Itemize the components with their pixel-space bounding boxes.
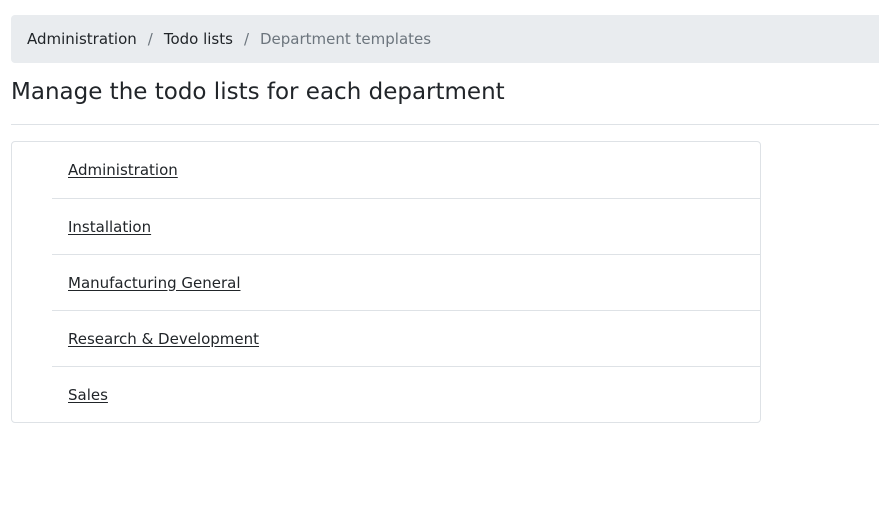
- breadcrumb-link-todo-lists[interactable]: Todo lists: [164, 30, 233, 48]
- title-divider: [11, 124, 879, 125]
- breadcrumb: Administration / Todo lists / Department…: [11, 15, 879, 63]
- department-link-research-development[interactable]: Research & Development: [68, 330, 259, 348]
- department-link-manufacturing-general[interactable]: Manufacturing General: [68, 274, 241, 292]
- breadcrumb-separator: /: [243, 30, 249, 48]
- breadcrumb-current: Department templates: [260, 30, 432, 48]
- list-item: Manufacturing General: [52, 254, 760, 310]
- department-link-sales[interactable]: Sales: [68, 386, 108, 404]
- list-item: Installation: [52, 198, 760, 254]
- list-item: Sales: [52, 366, 760, 422]
- department-link-administration[interactable]: Administration: [68, 161, 178, 179]
- breadcrumb-separator: /: [147, 30, 153, 48]
- list-item: Administration: [52, 142, 760, 198]
- department-list: Administration Installation Manufacturin…: [11, 141, 761, 423]
- page-title: Manage the todo lists for each departmen…: [11, 79, 505, 105]
- list-item: Research & Development: [52, 310, 760, 366]
- breadcrumb-link-administration[interactable]: Administration: [27, 30, 137, 48]
- department-link-installation[interactable]: Installation: [68, 218, 151, 236]
